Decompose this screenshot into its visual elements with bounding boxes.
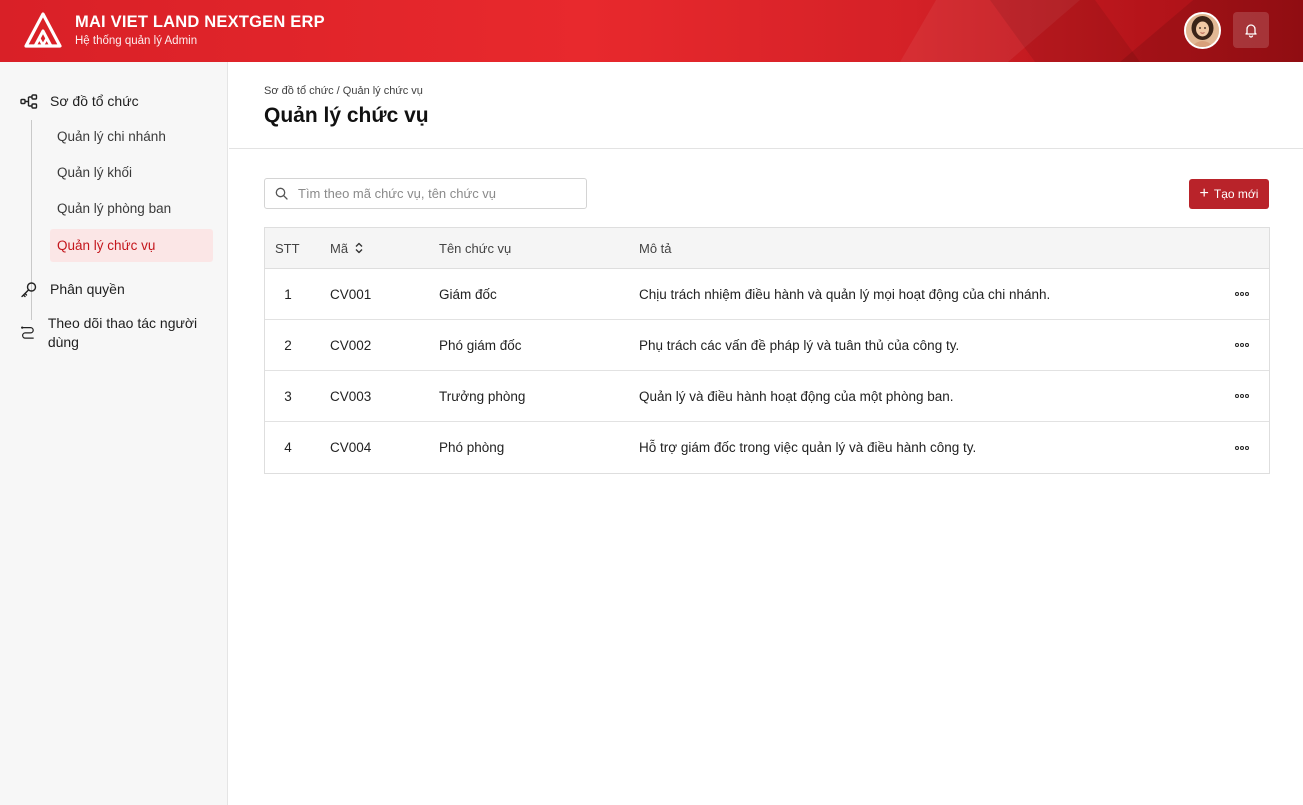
org-chart-icon (20, 94, 38, 109)
row-code: CV002 (330, 337, 372, 353)
table-row[interactable]: 1 CV001 Giám đốc Chịu trách nhiệm điều h… (265, 269, 1269, 320)
sidebar-item-blocks[interactable]: Quản lý khối (50, 156, 213, 189)
row-index: 3 (284, 388, 292, 404)
brand-title: MAI VIET LAND NEXTGEN ERP (75, 13, 325, 31)
sidebar-item-label: Theo dõi thao tác người dùng (47, 315, 198, 350)
user-avatar[interactable] (1184, 12, 1221, 49)
row-description: Phụ trách các vấn đề pháp lý và tuân thủ… (639, 337, 960, 353)
column-header-code[interactable]: Mã (330, 228, 363, 268)
row-index: 4 (284, 440, 292, 455)
row-code: CV004 (330, 440, 372, 455)
row-code: CV001 (330, 286, 372, 302)
sidebar: Sơ đồ tổ chức Quản lý chi nhánh Quản lý … (0, 62, 228, 805)
row-more-actions-button[interactable] (1227, 320, 1257, 370)
search-field[interactable] (264, 178, 587, 209)
table-row[interactable]: 3 CV003 Trưởng phòng Quản lý và điều hàn… (265, 371, 1269, 422)
table-row[interactable]: 2 CV002 Phó giám đốc Phụ trách các vấn đ… (265, 320, 1269, 371)
column-header-label: Mã (330, 240, 349, 256)
more-horizontal-icon (1235, 343, 1249, 347)
sidebar-item-positions[interactable]: Quản lý chức vụ (50, 229, 213, 262)
positions-table: STT Mã Tên chức vụ Mô tả 1 CV001 Giám đố… (264, 227, 1270, 474)
row-description: Hỗ trợ giám đốc trong việc quản lý và đi… (639, 440, 977, 455)
sidebar-item-branches[interactable]: Quản lý chi nhánh (50, 120, 213, 153)
row-name: Phó giám đốc (439, 337, 522, 353)
row-more-actions-button[interactable] (1227, 422, 1257, 473)
route-icon (21, 326, 34, 339)
row-code: CV003 (330, 388, 372, 404)
column-header-name: Tên chức vụ (439, 240, 512, 256)
row-name: Trưởng phòng (439, 388, 526, 404)
breadcrumb: Sơ đồ tổ chức / Quản lý chức vụ (264, 85, 423, 97)
sidebar-item-label: Sơ đồ tổ chức (50, 93, 139, 109)
sort-icon[interactable] (355, 242, 363, 254)
more-horizontal-icon (1235, 292, 1249, 296)
row-index: 2 (284, 337, 292, 353)
create-new-label: Tạo mới (1213, 187, 1259, 201)
page-title: Quản lý chức vụ (264, 104, 429, 127)
plus-icon: + (1199, 185, 1209, 202)
brand-logo-icon[interactable] (24, 12, 62, 50)
notification-button[interactable] (1233, 12, 1269, 48)
search-icon (275, 187, 288, 200)
row-description: Quản lý và điều hành hoạt động của một p… (639, 388, 954, 404)
row-index: 1 (284, 286, 292, 302)
row-name: Giám đốc (439, 286, 497, 302)
sidebar-item-org-chart[interactable]: Sơ đồ tổ chức (20, 92, 139, 111)
bell-icon (1245, 24, 1257, 38)
sidebar-item-user-activity[interactable]: Theo dõi thao tác người dùng (20, 314, 210, 352)
brand-subtitle: Hệ thống quản lý Admin (75, 35, 198, 47)
search-input[interactable] (298, 186, 568, 201)
sidebar-item-permissions[interactable]: Phân quyền (20, 280, 125, 299)
sidebar-item-label: Phân quyền (50, 281, 125, 297)
column-header-description: Mô tả (639, 240, 672, 256)
row-description: Chịu trách nhiệm điều hành và quản lý mọ… (639, 286, 1051, 302)
header-divider (229, 148, 1303, 149)
row-more-actions-button[interactable] (1227, 371, 1257, 421)
more-horizontal-icon (1235, 394, 1249, 398)
app-header: MAI VIET LAND NEXTGEN ERP Hệ thống quản … (0, 0, 1303, 62)
create-new-button[interactable]: + Tạo mới (1189, 179, 1269, 209)
row-more-actions-button[interactable] (1227, 269, 1257, 319)
row-name: Phó phòng (439, 440, 505, 455)
table-header: STT Mã Tên chức vụ Mô tả (265, 228, 1269, 269)
main-content: Sơ đồ tổ chức / Quản lý chức vụ Quản lý … (229, 62, 1303, 805)
more-horizontal-icon (1235, 445, 1249, 450)
column-header-stt: STT (275, 240, 300, 256)
sidebar-item-departments[interactable]: Quản lý phòng ban (50, 192, 213, 225)
key-icon (21, 282, 37, 298)
table-row[interactable]: 4 CV004 Phó phòng Hỗ trợ giám đốc trong … (265, 422, 1269, 473)
